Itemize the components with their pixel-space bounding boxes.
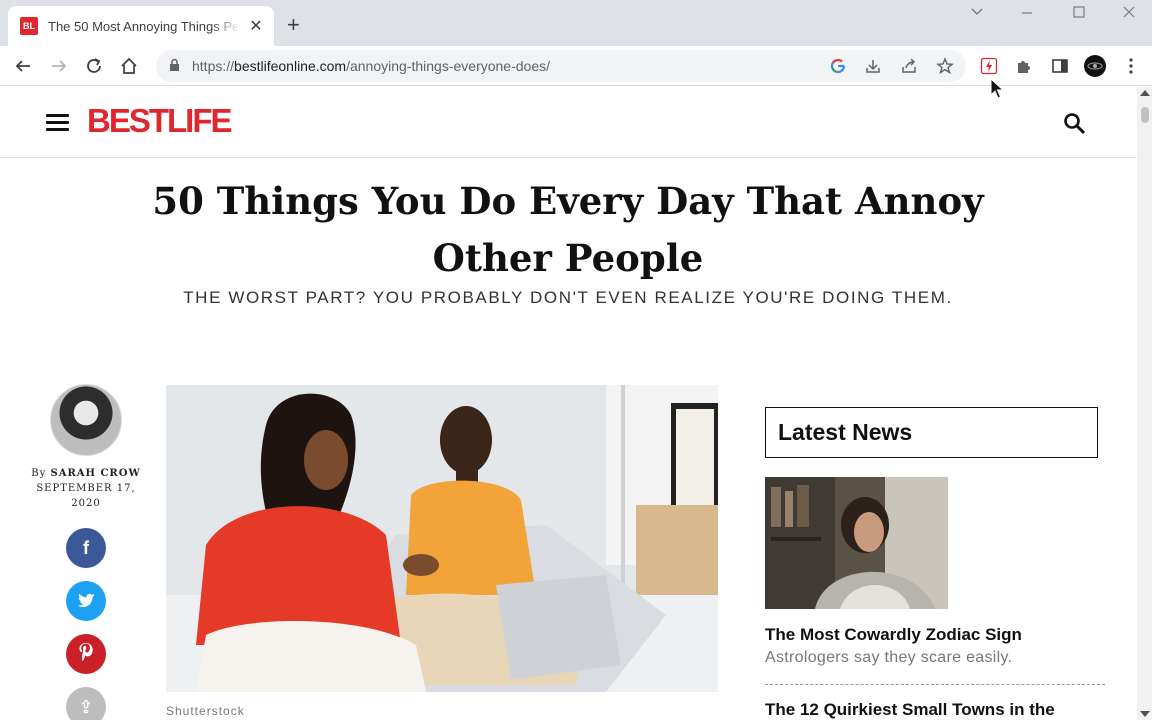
mouse-cursor-icon xyxy=(990,78,1004,99)
share-upload-icon: ⇪ xyxy=(78,696,94,717)
tab-strip: BL The 50 Most Annoying Things People Do… xyxy=(0,0,1152,46)
back-icon[interactable] xyxy=(11,54,35,78)
twitter-share-button[interactable] xyxy=(66,581,106,621)
publish-date: SEPTEMBER 17, 2020 xyxy=(36,483,136,509)
close-window-icon[interactable] xyxy=(1122,4,1136,23)
scroll-down-arrow-icon[interactable] xyxy=(1140,711,1150,717)
tab-title: The 50 Most Annoying Things People Do Ev… xyxy=(48,18,240,34)
byline: By SARAH CROW SEPTEMBER 17, 2020 xyxy=(20,466,152,511)
author-avatar[interactable] xyxy=(50,384,122,456)
article-dek: THE WORST PART? YOU PROBABLY DON'T EVEN … xyxy=(183,288,953,307)
address-bar[interactable]: https://bestlifeonline.com/annoying-thin… xyxy=(156,50,966,82)
flash-extension-icon[interactable] xyxy=(977,54,1001,78)
reload-icon[interactable] xyxy=(82,54,106,78)
bestlife-logo[interactable]: BESTLIFE xyxy=(87,102,233,140)
close-tab-icon[interactable]: ✕ xyxy=(248,16,264,36)
bookmark-star-icon[interactable] xyxy=(933,54,957,78)
twitter-icon xyxy=(77,591,95,612)
new-tab-button[interactable]: + xyxy=(287,12,300,38)
profile-avatar-icon[interactable] xyxy=(1083,54,1107,78)
facebook-icon: f xyxy=(83,537,89,558)
author-name[interactable]: SARAH CROW xyxy=(50,468,140,479)
page-scrollbar[interactable] xyxy=(1137,87,1152,720)
pinterest-icon xyxy=(78,642,94,667)
lock-icon[interactable] xyxy=(169,58,180,75)
google-icon[interactable] xyxy=(826,54,850,78)
scroll-up-arrow-icon[interactable] xyxy=(1140,90,1150,96)
maximize-icon[interactable] xyxy=(1072,4,1086,23)
news-item-title[interactable]: The Most Cowardly Zodiac Sign xyxy=(765,625,1022,645)
share-button[interactable]: ⇪ xyxy=(66,687,106,720)
site-header: BESTLIFE xyxy=(0,87,1137,158)
more-menu-icon[interactable] xyxy=(1119,54,1143,78)
article-headline: 50 Things You Do Every Day That Annoy Ot… xyxy=(152,179,984,280)
share-icon[interactable] xyxy=(897,54,921,78)
image-credit: Shutterstock xyxy=(166,704,245,718)
extensions-puzzle-icon[interactable] xyxy=(1012,54,1036,78)
hamburger-menu-icon[interactable] xyxy=(46,114,69,131)
author-block: By SARAH CROW SEPTEMBER 17, 2020 xyxy=(20,384,152,511)
site-favicon: BL xyxy=(20,17,38,35)
browser-toolbar: https://bestlifeonline.com/annoying-thin… xyxy=(0,46,1152,86)
search-icon[interactable] xyxy=(1062,111,1088,137)
web-page: BESTLIFE 50 Things You Do Every Day That… xyxy=(0,87,1137,720)
facebook-share-button[interactable]: f xyxy=(66,528,106,568)
install-app-icon[interactable] xyxy=(861,54,885,78)
forward-icon[interactable] xyxy=(47,54,71,78)
side-panel-icon[interactable] xyxy=(1048,54,1072,78)
article-hero-image xyxy=(166,385,718,692)
news-item-subtitle: Astrologers say they scare easily. xyxy=(765,649,1013,666)
by-label: By xyxy=(31,468,47,479)
news-thumbnail-image[interactable] xyxy=(765,477,948,609)
url-text: https://bestlifeonline.com/annoying-thin… xyxy=(192,58,550,74)
latest-news-heading: Latest News xyxy=(765,407,1098,458)
news-item-title[interactable]: The 12 Quirkiest Small Towns in the xyxy=(765,700,1055,720)
scroll-thumb[interactable] xyxy=(1141,107,1149,123)
minimize-icon[interactable] xyxy=(1020,4,1034,23)
home-icon[interactable] xyxy=(117,54,141,78)
news-divider xyxy=(765,684,1105,685)
tab-search-icon[interactable] xyxy=(970,4,984,23)
pinterest-share-button[interactable] xyxy=(66,634,106,674)
browser-tab[interactable]: BL The 50 Most Annoying Things People Do… xyxy=(8,6,274,46)
